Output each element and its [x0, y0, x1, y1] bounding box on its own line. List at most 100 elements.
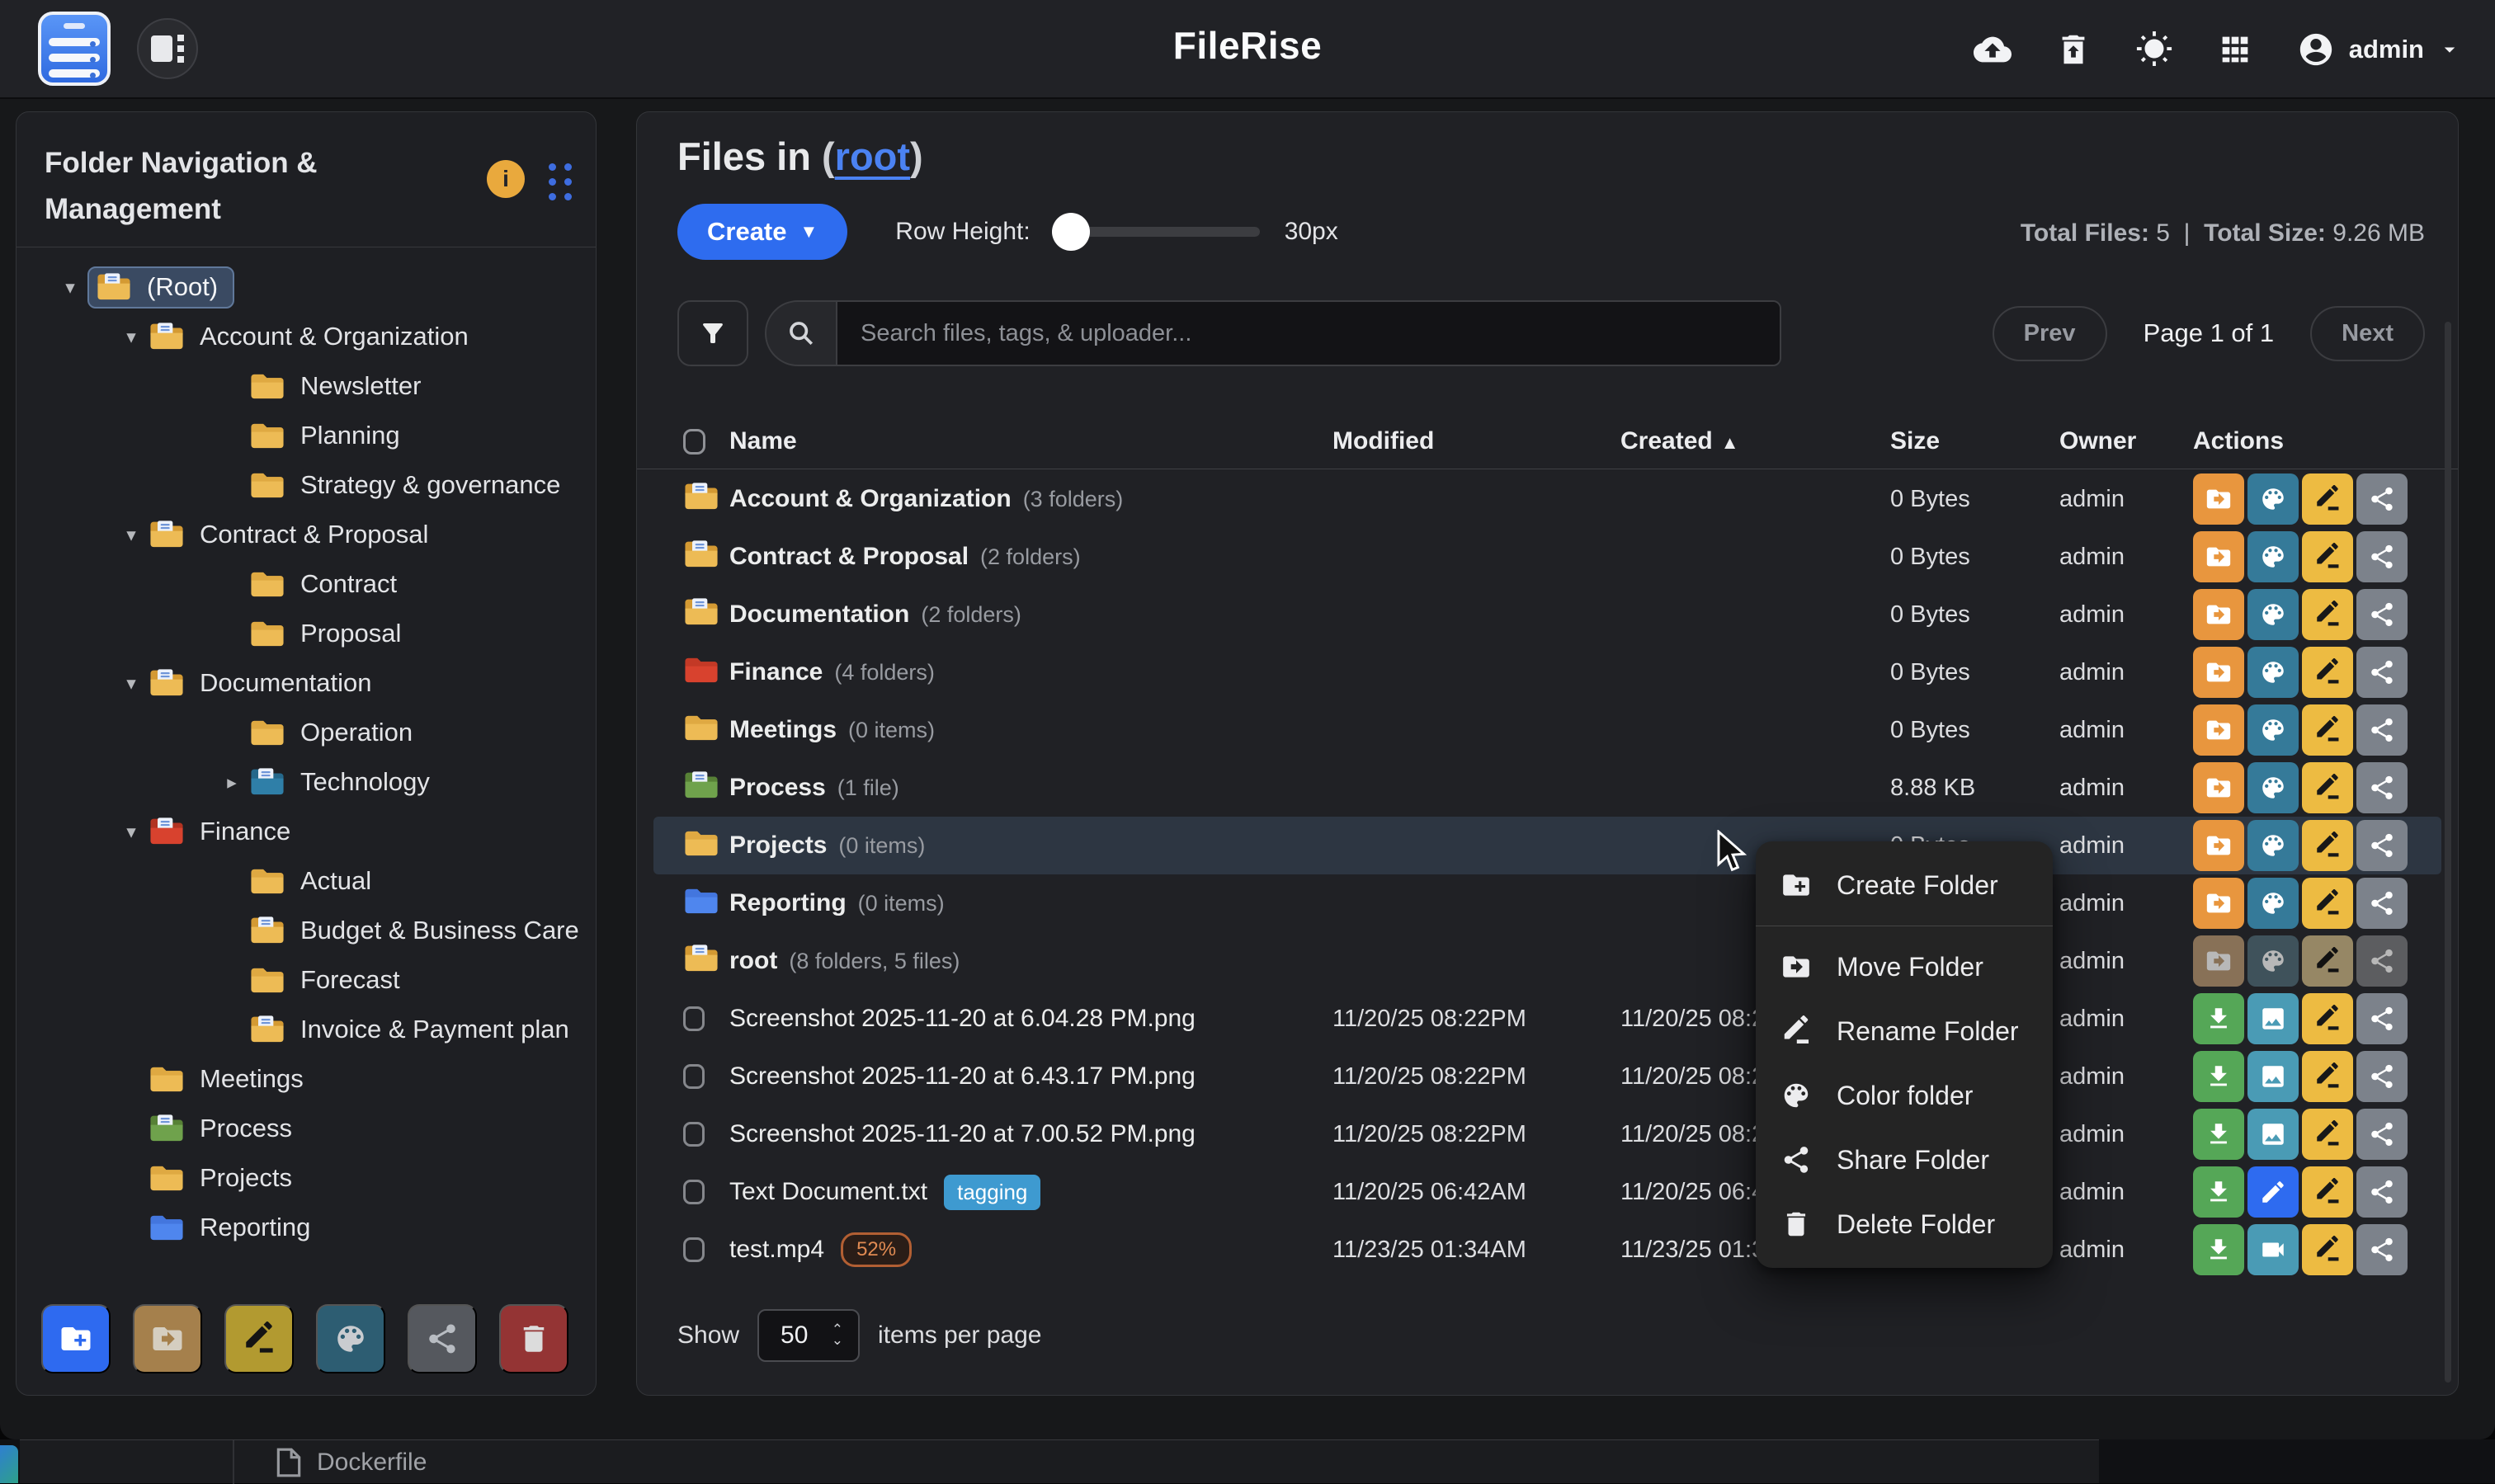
- color-folder-button[interactable]: [2247, 647, 2299, 698]
- next-page-button[interactable]: Next: [2310, 306, 2425, 361]
- item-name[interactable]: Process: [729, 774, 826, 802]
- tree-item-budget-business-care[interactable]: Budget & Business Care: [17, 906, 596, 955]
- tree-item-actual[interactable]: Actual: [17, 856, 596, 906]
- page-size-select[interactable]: 50 ⌃⌄: [757, 1309, 860, 1362]
- tree-item-process[interactable]: Process: [17, 1104, 596, 1153]
- rename-folder-button[interactable]: [2302, 531, 2353, 582]
- search-input[interactable]: [837, 302, 1780, 365]
- table-row[interactable]: Documentation(2 folders)0 Bytesadmin: [653, 586, 2441, 643]
- rename-folder-button[interactable]: [2302, 704, 2353, 756]
- root-link[interactable]: root: [835, 134, 910, 178]
- slider-thumb[interactable]: [1052, 213, 1090, 251]
- share-file-button[interactable]: [2356, 1051, 2408, 1102]
- menu-item-share-folder[interactable]: Share Folder: [1756, 1128, 2053, 1192]
- tree-item-reporting[interactable]: Reporting: [17, 1203, 596, 1252]
- table-row[interactable]: Screenshot 2025-11-20 at 7.00.52 PM.png1…: [653, 1105, 2441, 1163]
- tree-caret-icon[interactable]: ▸: [215, 771, 249, 794]
- table-row[interactable]: Text Document.txttagging11/20/25 06:42AM…: [653, 1163, 2441, 1221]
- tree-caret-icon[interactable]: ▾: [114, 672, 149, 695]
- share-folder-button[interactable]: [2356, 878, 2408, 929]
- trash-restore-icon[interactable]: [2054, 30, 2093, 69]
- table-row[interactable]: Reporting(0 items)admin: [653, 874, 2441, 932]
- table-row[interactable]: Screenshot 2025-11-20 at 6.43.17 PM.png1…: [653, 1048, 2441, 1105]
- tree-caret-icon[interactable]: ▾: [53, 276, 87, 299]
- item-name[interactable]: root: [729, 947, 777, 975]
- move-folder-button[interactable]: [2193, 473, 2244, 525]
- light-mode-icon[interactable]: [2134, 30, 2174, 69]
- table-row[interactable]: Meetings(0 items)0 Bytesadmin: [653, 701, 2441, 759]
- item-name[interactable]: Documentation: [729, 601, 909, 629]
- delete-folder-button[interactable]: [499, 1304, 568, 1373]
- tree-item-technology[interactable]: ▸Technology: [17, 757, 596, 807]
- share-folder-button[interactable]: [408, 1304, 477, 1373]
- rename-file-button[interactable]: [2302, 993, 2353, 1044]
- menu-item-create-folder[interactable]: Create Folder: [1756, 853, 2053, 917]
- rename-file-button[interactable]: [2302, 1166, 2353, 1218]
- move-folder-button[interactable]: [2193, 820, 2244, 871]
- column-created[interactable]: Created▲: [1620, 427, 1890, 455]
- menu-item-move-folder[interactable]: Move Folder: [1756, 935, 2053, 999]
- share-folder-button[interactable]: [2356, 820, 2408, 871]
- share-folder-button[interactable]: [2356, 589, 2408, 640]
- color-folder-button[interactable]: [316, 1304, 385, 1373]
- table-row[interactable]: Contract & Proposal(2 folders)0 Bytesadm…: [653, 528, 2441, 586]
- share-folder-button[interactable]: [2356, 704, 2408, 756]
- share-file-button[interactable]: [2356, 1109, 2408, 1160]
- color-folder-button[interactable]: [2247, 878, 2299, 929]
- color-folder-button[interactable]: [2247, 531, 2299, 582]
- row-checkbox[interactable]: [683, 1237, 705, 1262]
- item-name[interactable]: Projects: [729, 832, 827, 860]
- row-checkbox[interactable]: [683, 1006, 705, 1031]
- tree-item--root-[interactable]: ▾(Root): [17, 262, 596, 312]
- rename-folder-button[interactable]: [2302, 473, 2353, 525]
- move-folder-button[interactable]: [2193, 762, 2244, 813]
- preview-image-button[interactable]: [2247, 993, 2299, 1044]
- row-height-slider[interactable]: [1054, 227, 1260, 237]
- table-row[interactable]: Process(1 file)8.88 KBadmin: [653, 759, 2441, 817]
- rename-file-button[interactable]: [2302, 1051, 2353, 1102]
- item-name[interactable]: Reporting: [729, 889, 847, 917]
- edit-file-button[interactable]: [2247, 1166, 2299, 1218]
- column-owner[interactable]: Owner: [2059, 427, 2193, 455]
- tree-item-account-organization[interactable]: ▾Account & Organization: [17, 312, 596, 361]
- tree-item-contract[interactable]: Contract: [17, 559, 596, 609]
- tree-item-documentation[interactable]: ▾Documentation: [17, 658, 596, 708]
- drag-handle-icon[interactable]: [549, 163, 573, 200]
- move-folder-button[interactable]: [2193, 704, 2244, 756]
- color-folder-button[interactable]: [2247, 473, 2299, 525]
- rename-folder-button[interactable]: [2302, 589, 2353, 640]
- color-folder-button[interactable]: [2247, 589, 2299, 640]
- item-name[interactable]: test.mp4: [729, 1236, 824, 1264]
- tree-item-meetings[interactable]: Meetings: [17, 1054, 596, 1104]
- item-name[interactable]: Screenshot 2025-11-20 at 6.43.17 PM.png: [729, 1062, 1196, 1091]
- rename-file-button[interactable]: [2302, 1224, 2353, 1275]
- item-name[interactable]: Meetings: [729, 716, 837, 744]
- tree-item-invoice-payment-plan[interactable]: Invoice & Payment plan: [17, 1005, 596, 1054]
- color-folder-button[interactable]: [2247, 762, 2299, 813]
- share-folder-button[interactable]: [2356, 647, 2408, 698]
- rename-folder-button[interactable]: [2302, 820, 2353, 871]
- create-button[interactable]: Create ▼: [677, 204, 847, 260]
- table-row[interactable]: test.mp452%11/23/25 01:34AM11/23/25 01:3…: [653, 1221, 2441, 1279]
- tree-caret-icon[interactable]: ▾: [114, 821, 149, 843]
- download-file-button[interactable]: [2193, 1224, 2244, 1275]
- color-folder-button[interactable]: [2247, 820, 2299, 871]
- share-file-button[interactable]: [2356, 993, 2408, 1044]
- share-folder-button[interactable]: [2356, 531, 2408, 582]
- preview-image-button[interactable]: [2247, 1051, 2299, 1102]
- tree-item-planning[interactable]: Planning: [17, 411, 596, 460]
- cloud-upload-icon[interactable]: [1973, 30, 2012, 69]
- row-checkbox[interactable]: [683, 1064, 705, 1089]
- download-file-button[interactable]: [2193, 1109, 2244, 1160]
- share-file-button[interactable]: [2356, 1166, 2408, 1218]
- item-name[interactable]: Account & Organization: [729, 485, 1012, 513]
- create-folder-button[interactable]: [41, 1304, 111, 1373]
- menu-item-color-folder[interactable]: Color folder: [1756, 1063, 2053, 1128]
- move-folder-button[interactable]: [2193, 878, 2244, 929]
- prev-page-button[interactable]: Prev: [1993, 306, 2107, 361]
- rename-folder-button[interactable]: [2302, 762, 2353, 813]
- table-row[interactable]: Projects(0 items)0 Bytesadmin: [653, 817, 2441, 874]
- share-file-button[interactable]: [2356, 1224, 2408, 1275]
- tree-item-operation[interactable]: Operation: [17, 708, 596, 757]
- column-size[interactable]: Size: [1890, 427, 2059, 455]
